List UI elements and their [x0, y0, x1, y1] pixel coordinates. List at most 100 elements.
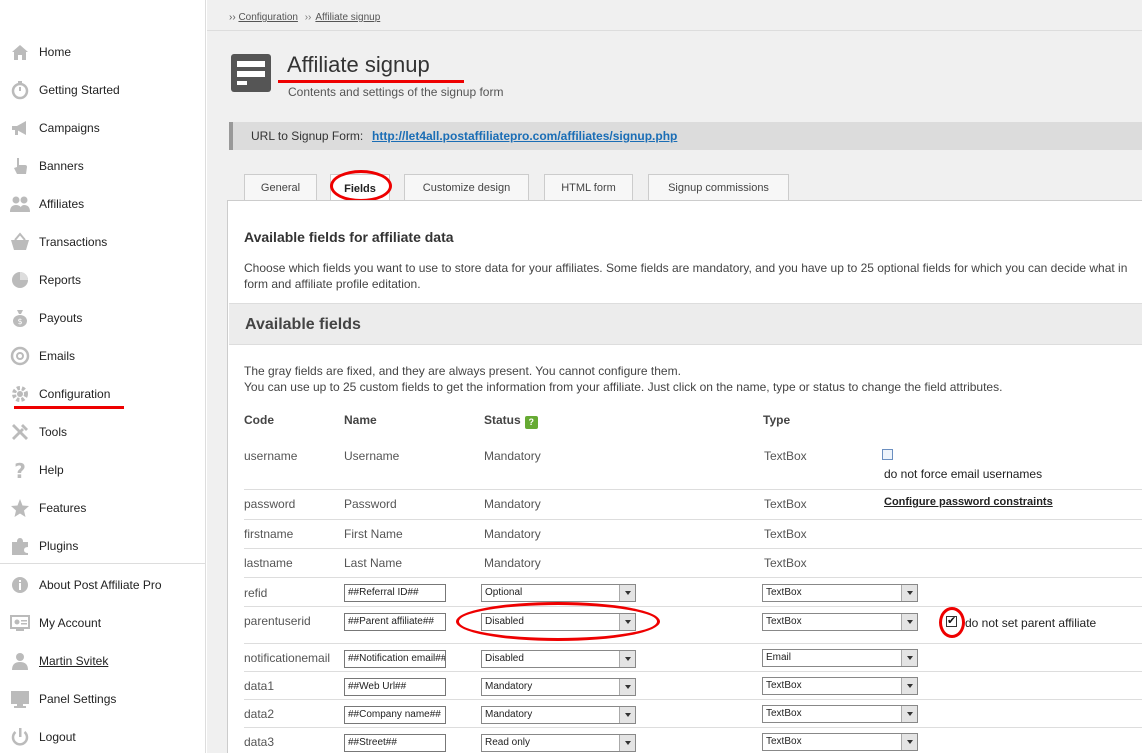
field-code: username — [244, 449, 298, 463]
column-header-type: Type — [763, 413, 791, 427]
sidebar-item-label: Tools — [39, 425, 68, 439]
field-type: TextBox — [764, 497, 807, 511]
field-type: TextBox — [764, 556, 807, 570]
svg-text:?: ? — [14, 459, 26, 481]
field-status-select[interactable]: Read only — [481, 734, 636, 752]
table-row: data2 ##Company name## Mandatory TextBox — [244, 700, 1142, 728]
sidebar-item-plugins[interactable]: Plugins — [0, 531, 206, 561]
field-code: data3 — [244, 735, 275, 749]
table-row: lastname Last Name Mandatory TextBox — [244, 549, 1142, 578]
force-email-checkbox[interactable] — [882, 449, 893, 460]
field-status-value: Mandatory — [485, 681, 533, 692]
sidebar-item-label: Logout — [39, 730, 76, 744]
sidebar-item-getting-started[interactable]: Getting Started — [0, 75, 206, 105]
field-type-value: TextBox — [766, 708, 802, 719]
chevron-down-icon — [619, 735, 635, 751]
megaphone-icon — [9, 117, 31, 139]
sidebar-item-label: Reports — [39, 273, 82, 287]
field-type-select[interactable]: TextBox — [762, 613, 918, 631]
sidebar-item-emails[interactable]: Emails — [0, 341, 206, 371]
signup-url-link[interactable]: http://let4all.postaffiliatepro.com/affi… — [372, 129, 677, 143]
sidebar-item-user[interactable]: Martin Svitek — [0, 646, 206, 676]
breadcrumb-affiliate-signup[interactable]: Affiliate signup — [315, 12, 380, 23]
chevron-down-icon — [619, 651, 635, 667]
sidebar-item-home[interactable]: Home — [0, 37, 206, 67]
field-status: Mandatory — [484, 449, 541, 463]
tab-signup-commissions[interactable]: Signup commissions — [648, 174, 789, 200]
gear-icon — [9, 383, 31, 405]
column-header-name: Name — [344, 413, 377, 427]
table-row: notificationemail ##Notification email##… — [244, 644, 1142, 672]
column-header-code: Code — [244, 413, 274, 427]
field-name-input[interactable]: ##Street## — [344, 734, 446, 752]
sidebar-item-configuration[interactable]: Configuration — [0, 379, 206, 409]
field-name-input[interactable]: ##Company name## — [344, 706, 446, 724]
sidebar-item-label: My Account — [39, 616, 102, 630]
sidebar-item-reports[interactable]: Reports — [0, 265, 206, 295]
signup-url-bar: URL to Signup Form: http://let4all.posta… — [229, 122, 1142, 150]
field-status-select[interactable]: Disabled — [481, 613, 636, 631]
field-status-select[interactable]: Optional — [481, 584, 636, 602]
sidebar-item-features[interactable]: Features — [0, 493, 206, 523]
field-type-select[interactable]: TextBox — [762, 584, 918, 602]
sidebar-item-transactions[interactable]: Transactions — [0, 227, 206, 257]
field-name-input[interactable]: ##Notification email## — [344, 650, 446, 668]
sidebar-item-banners[interactable]: Banners — [0, 151, 206, 181]
field-status-select[interactable]: Mandatory — [481, 678, 636, 696]
field-code: refid — [244, 586, 268, 600]
sidebar-item-campaigns[interactable]: Campaigns — [0, 113, 206, 143]
available-fields-description-line: You can use up to 25 custom fields to ge… — [244, 380, 1003, 394]
sidebar-item-label: Emails — [39, 349, 76, 363]
sidebar-item-about[interactable]: About Post Affiliate Pro — [0, 570, 206, 600]
field-code: notificationemail — [244, 651, 331, 665]
field-type-select[interactable]: TextBox — [762, 677, 918, 695]
table-row: refid ##Referral ID## Optional TextBox — [244, 578, 1142, 607]
field-name: Username — [344, 449, 400, 463]
tab-customize-design[interactable]: Customize design — [404, 174, 529, 200]
configure-password-link[interactable]: Configure password constraints — [884, 496, 1053, 508]
field-code: data1 — [244, 679, 275, 693]
no-parent-affiliate-label: do not set parent affiliate — [965, 616, 1097, 630]
field-type-select[interactable]: TextBox — [762, 705, 918, 723]
field-type: TextBox — [764, 449, 807, 463]
field-name: First Name — [344, 527, 403, 541]
field-name-input[interactable]: ##Parent affiliate## — [344, 613, 446, 631]
field-code: lastname — [244, 556, 293, 570]
basket-icon — [9, 231, 31, 253]
monitor-icon — [9, 688, 31, 710]
breadcrumb-prefix: ›› — [229, 12, 236, 23]
form-icon — [231, 54, 271, 92]
field-name-input[interactable]: ##Referral ID## — [344, 584, 446, 602]
breadcrumb-configuration[interactable]: Configuration — [238, 12, 297, 23]
field-name-input[interactable]: ##Web Url## — [344, 678, 446, 696]
field-type-select[interactable]: Email — [762, 649, 918, 667]
field-type-value: Email — [766, 652, 792, 663]
sidebar-item-tools[interactable]: Tools — [0, 417, 206, 447]
sidebar-item-panel-settings[interactable]: Panel Settings — [0, 684, 206, 714]
field-status-value: Optional — [485, 587, 523, 598]
sidebar-divider — [0, 563, 206, 564]
table-row: password Password Mandatory TextBox Conf… — [244, 490, 1142, 520]
sidebar-item-affiliates[interactable]: Affiliates — [0, 189, 206, 219]
sidebar-item-help[interactable]: ? Help — [0, 455, 206, 485]
field-status-select[interactable]: Mandatory — [481, 706, 636, 724]
section-title: Available fields for affiliate data — [244, 229, 454, 245]
field-status-select[interactable]: Disabled — [481, 650, 636, 668]
sidebar-item-my-account[interactable]: My Account — [0, 608, 206, 638]
sidebar-item-logout[interactable]: Logout — [0, 722, 206, 752]
field-status-value: Mandatory — [485, 709, 533, 720]
main-content: ›› Configuration ›› Affiliate signup Affi… — [207, 0, 1142, 753]
field-type-select[interactable]: TextBox — [762, 733, 918, 751]
tab-html-form[interactable]: HTML form — [544, 174, 633, 200]
tab-general[interactable]: General — [244, 174, 317, 200]
home-icon — [9, 41, 31, 63]
sidebar-item-label: Features — [39, 501, 87, 515]
help-icon[interactable]: ? — [524, 416, 538, 429]
no-parent-affiliate-checkbox[interactable] — [946, 614, 957, 627]
table-row: username Username Mandatory TextBox do n… — [244, 437, 1142, 490]
sidebar-item-payouts[interactable]: $ Payouts — [0, 303, 206, 333]
tab-fields[interactable]: Fields — [330, 174, 390, 202]
chevron-down-icon — [901, 678, 917, 694]
table-row: parentuserid ##Parent affiliate## Disabl… — [244, 607, 1142, 644]
field-code: data2 — [244, 707, 275, 721]
